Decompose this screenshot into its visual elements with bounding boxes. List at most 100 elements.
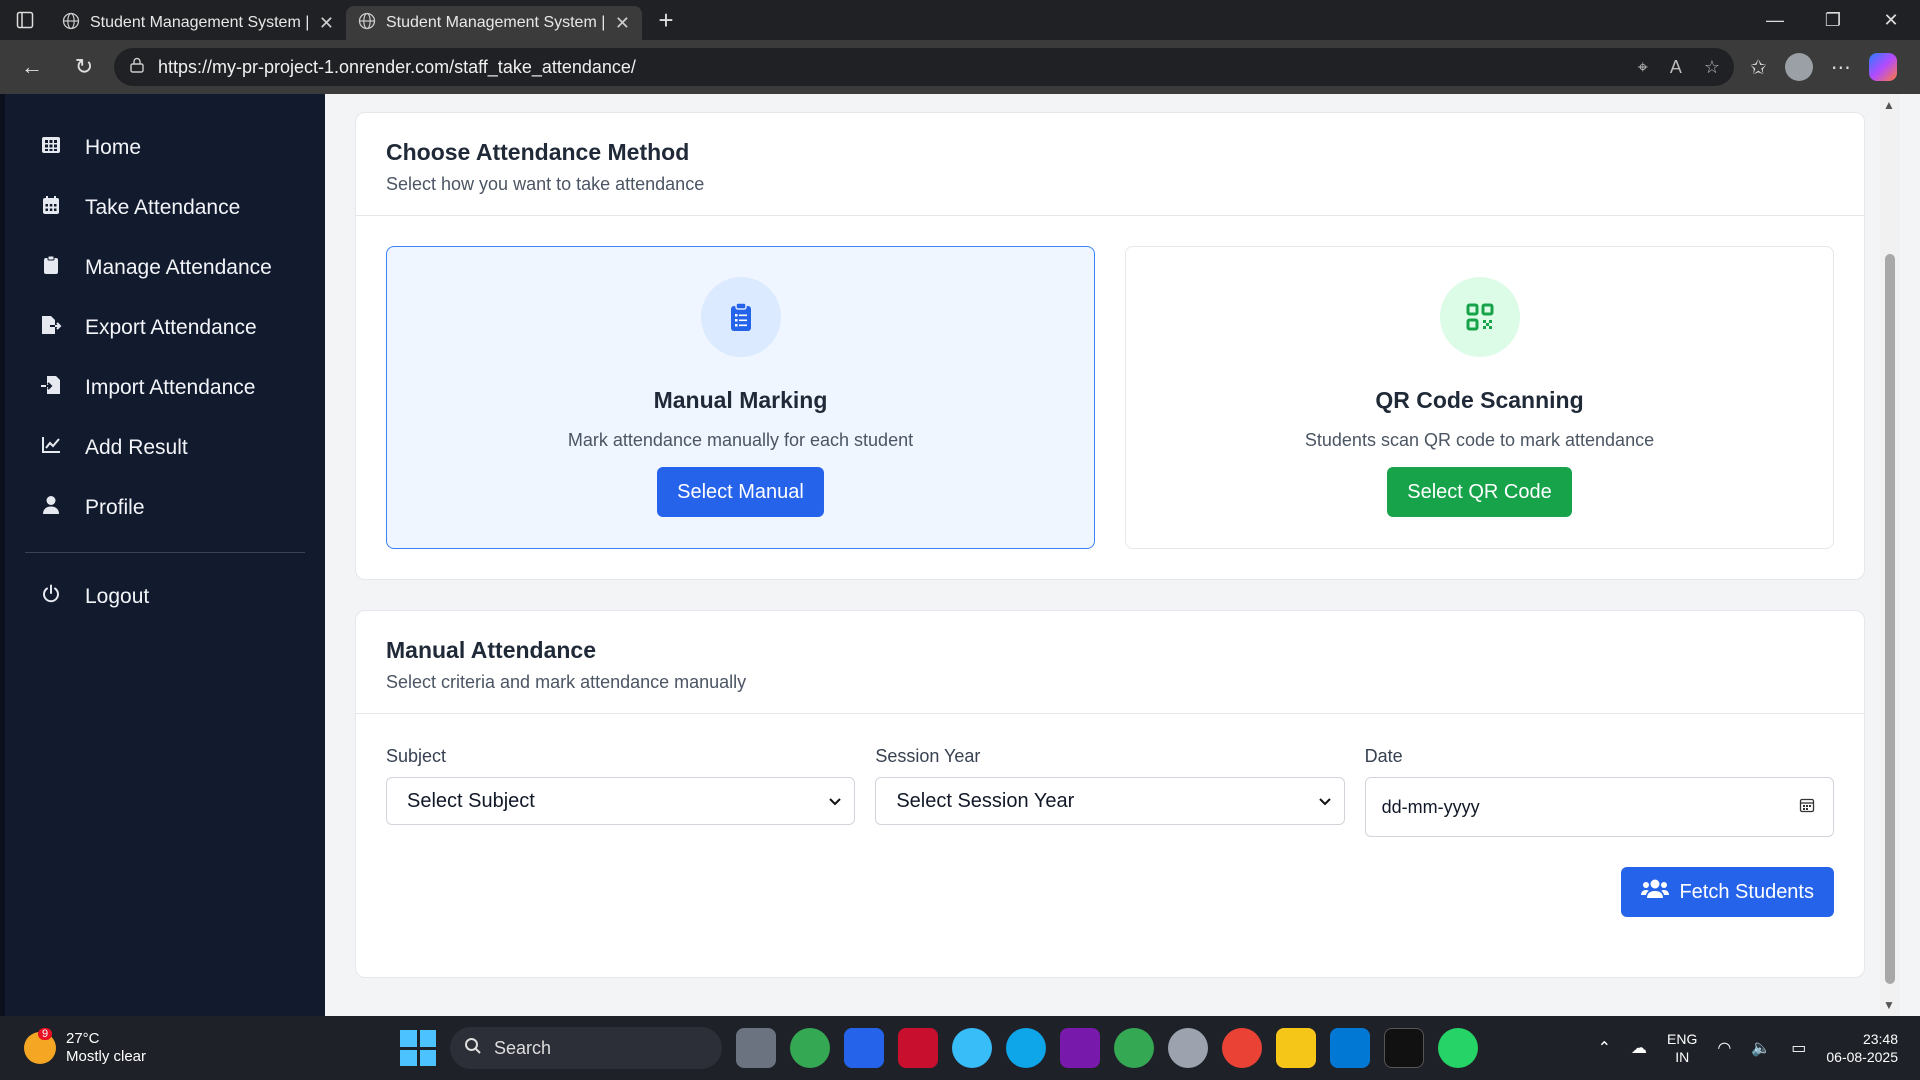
url-field[interactable]: https://my-pr-project-1.onrender.com/sta… xyxy=(114,48,1734,86)
more-options-icon[interactable]: ⋯ xyxy=(1831,55,1851,80)
clipboard-list-icon xyxy=(700,277,781,357)
sidebar-item-label: Profile xyxy=(85,496,145,519)
chrome-icon[interactable] xyxy=(790,1028,830,1068)
subject-select[interactable]: Select Subject xyxy=(386,777,856,825)
session-year-select[interactable]: Select Session Year xyxy=(875,777,1345,825)
qr-method-option[interactable]: QR Code Scanning Students scan QR code t… xyxy=(1125,246,1834,549)
language-indicator[interactable]: ENG IN xyxy=(1667,1030,1697,1066)
notification-badge: 9 xyxy=(38,1028,53,1040)
file-explorer-icon[interactable] xyxy=(1276,1028,1316,1068)
refresh-button[interactable]: ↻ xyxy=(62,47,106,87)
calendar-picker-icon[interactable] xyxy=(1799,797,1815,818)
window-controls: — ❐ ✕ xyxy=(1746,0,1920,40)
vscode-icon[interactable] xyxy=(1330,1028,1370,1068)
weather-condition: Mostly clear xyxy=(66,1048,147,1065)
close-window-icon[interactable]: ✕ xyxy=(1862,0,1920,40)
sidebar-item-add-result[interactable]: Add Result xyxy=(5,418,325,478)
chevron-down-icon xyxy=(828,790,842,813)
location-icon[interactable]: ⌖ xyxy=(1638,57,1648,78)
windows-start-icon[interactable] xyxy=(400,1030,436,1066)
mcafee-icon[interactable] xyxy=(898,1028,938,1068)
copilot-icon[interactable] xyxy=(1868,53,1897,81)
fetch-students-button[interactable]: Fetch Students xyxy=(1621,867,1834,917)
date-placeholder: dd-mm-yyyy xyxy=(1381,796,1480,817)
sidebar: Home Take Attendance Manage Attendance E… xyxy=(0,94,325,1016)
volume-icon[interactable]: 🔈 xyxy=(1751,1038,1771,1058)
page-scrollbar[interactable]: ▲ ▼ xyxy=(1880,94,1900,1016)
sidebar-item-export-attendance[interactable]: Export Attendance xyxy=(5,298,325,358)
sidebar-item-logout[interactable]: Logout xyxy=(5,567,325,627)
tab-title: Student Management System | Staff xyxy=(386,14,605,31)
edge-icon[interactable] xyxy=(1006,1028,1046,1068)
battery-icon[interactable]: ▭ xyxy=(1791,1038,1806,1058)
date-input[interactable]: dd-mm-yyyy xyxy=(1364,777,1834,837)
subject-label: Subject xyxy=(386,746,447,766)
onenote-icon[interactable] xyxy=(1060,1028,1100,1068)
scrollbar-thumb[interactable] xyxy=(1885,254,1895,984)
sidebar-item-manage-attendance[interactable]: Manage Attendance xyxy=(5,238,325,298)
sidebar-item-home[interactable]: Home xyxy=(5,118,325,178)
user-icon xyxy=(39,495,63,521)
favorites-icon[interactable]: ✩ xyxy=(1750,55,1767,80)
close-tab-icon[interactable]: ✕ xyxy=(615,13,630,34)
sidebar-item-take-attendance[interactable]: Take Attendance xyxy=(5,178,325,238)
weather-widget[interactable]: 9 27°C Mostly clear xyxy=(0,1028,400,1066)
new-tab-button[interactable]: + xyxy=(648,5,684,36)
qr-method-title: QR Code Scanning xyxy=(1375,387,1584,413)
main-content: Choose Attendance Method Select how you … xyxy=(325,94,1900,1016)
tab-title: Student Management System | Dashboard xyxy=(90,14,309,31)
terminal-app-icon[interactable] xyxy=(1384,1028,1424,1068)
grid-icon xyxy=(39,135,63,161)
calendar-icon xyxy=(39,195,63,221)
card-header: Choose Attendance Method Select how you … xyxy=(356,113,1864,216)
sidebar-divider xyxy=(25,552,305,553)
globe-icon xyxy=(62,12,80,35)
browser-tab-staff[interactable]: Student Management System | Staff ✕ xyxy=(346,6,642,40)
tab-actions-button[interactable] xyxy=(0,0,50,40)
chevron-up-icon[interactable]: ⌃ xyxy=(1598,1038,1611,1058)
scroll-up-icon[interactable]: ▲ xyxy=(1883,98,1895,112)
subject-select-value: Select Subject xyxy=(407,789,535,812)
clock-time: 23:48 xyxy=(1862,1031,1898,1047)
wifi-icon[interactable]: ◠ xyxy=(1717,1038,1731,1058)
onedrive-icon[interactable]: ☁ xyxy=(1631,1038,1647,1058)
refresh-icon: ↻ xyxy=(74,54,94,79)
chrome-profile-icon[interactable] xyxy=(1114,1028,1154,1068)
clock[interactable]: 23:48 06-08-2025 xyxy=(1826,1030,1898,1066)
maximize-icon[interactable]: ❐ xyxy=(1804,0,1862,40)
sidebar-item-label: Logout xyxy=(85,585,150,608)
power-icon xyxy=(39,584,63,610)
language-code: ENG xyxy=(1667,1031,1698,1047)
settings-gear-icon[interactable] xyxy=(1168,1028,1208,1068)
select-qr-code-button[interactable]: Select QR Code xyxy=(1387,467,1572,517)
whatsapp-icon[interactable] xyxy=(1438,1028,1478,1068)
date-label: Date xyxy=(1364,746,1403,766)
browser-toolbar: ✩ ⋯ xyxy=(1750,53,1897,81)
taskbar-search[interactable]: Search xyxy=(450,1027,722,1069)
select-manual-button[interactable]: Select Manual xyxy=(657,467,824,517)
task-view-icon[interactable] xyxy=(736,1028,776,1068)
profile-avatar[interactable] xyxy=(1784,53,1813,81)
session-year-select-value: Select Session Year xyxy=(896,789,1075,812)
favorite-star-icon[interactable]: ☆ xyxy=(1704,57,1720,78)
store-icon[interactable] xyxy=(844,1028,884,1068)
scroll-down-icon[interactable]: ▼ xyxy=(1883,998,1895,1012)
fetch-students-label: Fetch Students xyxy=(1679,880,1814,903)
back-button[interactable]: ← xyxy=(10,47,54,87)
file-export-icon xyxy=(39,315,63,341)
minimize-icon[interactable]: — xyxy=(1746,0,1804,40)
site-info-icon[interactable] xyxy=(128,56,146,79)
chrome-alt-icon[interactable] xyxy=(1222,1028,1262,1068)
weather-app-icon[interactable] xyxy=(952,1028,992,1068)
close-tab-icon[interactable]: ✕ xyxy=(319,13,334,34)
card-subtitle: Select criteria and mark attendance manu… xyxy=(386,672,747,692)
browser-tab-dashboard[interactable]: Student Management System | Dashboard ✕ xyxy=(50,6,346,40)
sidebar-item-label: Manage Attendance xyxy=(85,256,272,279)
manual-method-option[interactable]: Manual Marking Mark attendance manually … xyxy=(386,246,1095,549)
sidebar-item-import-attendance[interactable]: Import Attendance xyxy=(5,358,325,418)
taskbar-apps: Search xyxy=(400,1027,1478,1069)
url-actions: ⌖ A ☆ xyxy=(1638,57,1720,78)
sidebar-item-profile[interactable]: Profile xyxy=(5,478,325,538)
card-title: Choose Attendance Method xyxy=(386,139,690,165)
read-aloud-icon[interactable]: A xyxy=(1670,57,1682,78)
